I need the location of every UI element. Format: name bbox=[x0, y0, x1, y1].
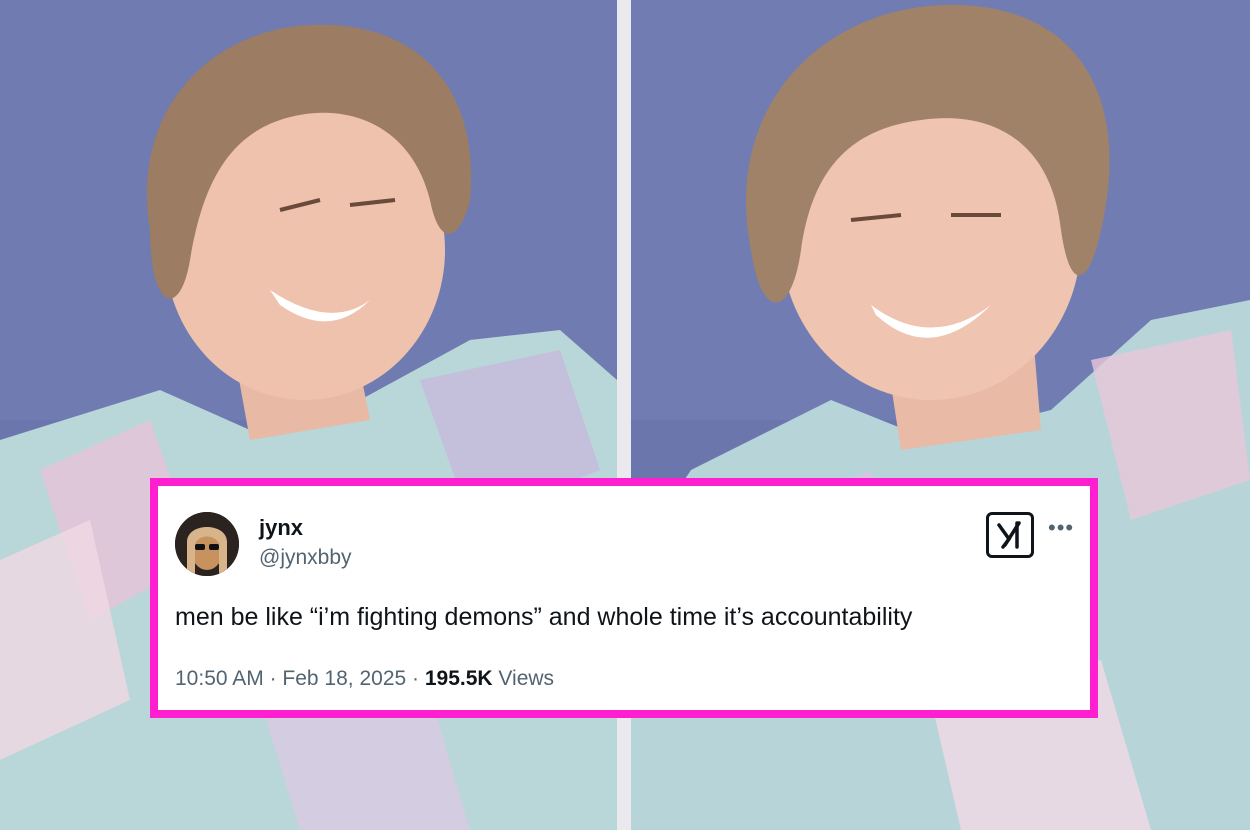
tweet-text: men be like “i’m fighting demons” and wh… bbox=[175, 603, 913, 631]
avatar[interactable] bbox=[175, 512, 239, 576]
x-grok-logo-icon[interactable] bbox=[986, 512, 1034, 558]
tweet-time[interactable]: 10:50 AM bbox=[175, 667, 264, 690]
views-label: Views bbox=[492, 667, 555, 690]
tweet-meta: 10:50 AM · Feb 18, 2025 · 195.5K Views bbox=[175, 667, 554, 691]
more-options-icon[interactable]: ••• bbox=[1048, 517, 1080, 539]
display-name[interactable]: jynx bbox=[259, 515, 303, 541]
meta-separator: · bbox=[263, 667, 283, 690]
views-count: 195.5K bbox=[424, 667, 493, 690]
tweet-date[interactable]: Feb 18, 2025 bbox=[282, 667, 406, 690]
user-handle[interactable]: @jynxbby bbox=[259, 546, 352, 570]
tweet-card: jynx @jynxbby ••• men be like “i’m fight… bbox=[150, 478, 1098, 718]
meta-separator: · bbox=[406, 667, 425, 690]
